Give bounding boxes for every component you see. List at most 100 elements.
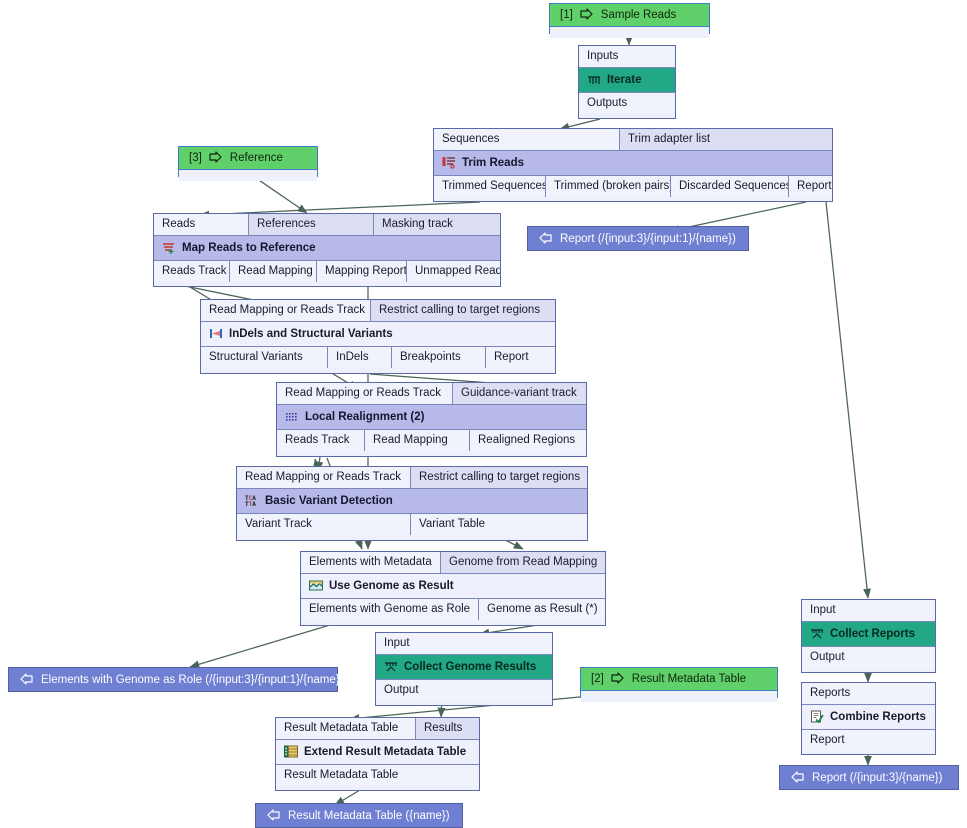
port-read-mapping[interactable]: Read Mapping bbox=[230, 261, 317, 282]
node-title: Local Realignment (2) bbox=[277, 405, 586, 429]
node-local-realignment[interactable]: Read Mapping or Reads Track Guidance-var… bbox=[276, 382, 587, 457]
output-node-label: Report (/{input:3}/{name}) bbox=[812, 771, 943, 784]
input-node-label: Reference bbox=[229, 152, 283, 164]
node-output-ports: Variant Track Variant Table bbox=[237, 513, 587, 535]
port-structural-variants[interactable]: Structural Variants bbox=[201, 347, 328, 368]
port-reads-track[interactable]: Reads Track bbox=[154, 261, 230, 282]
node-indels-structural-variants[interactable]: Read Mapping or Reads Track Restrict cal… bbox=[200, 299, 556, 374]
node-output-ports: Outputs bbox=[579, 92, 675, 114]
port-read-mapping[interactable]: Read Mapping bbox=[365, 430, 470, 451]
output-node-label: Report (/{input:3}/{input:1}/{name}) bbox=[560, 232, 736, 245]
port-outputs[interactable]: Outputs bbox=[579, 93, 675, 114]
port-indels[interactable]: InDels bbox=[328, 347, 392, 368]
node-extend-result-metadata-table[interactable]: Result Metadata Table Results Extend Res… bbox=[275, 717, 480, 791]
input-arrow-icon bbox=[580, 8, 594, 22]
port-genome-as-result[interactable]: Genome as Result (*) bbox=[479, 599, 605, 620]
port-mapping-report[interactable]: Mapping Report bbox=[317, 261, 407, 282]
node-collect-genome-results[interactable]: Input Collect Genome Results Output bbox=[375, 632, 553, 706]
output-node-report-2[interactable]: Report (/{input:3}/{name}) bbox=[779, 765, 959, 790]
node-collect-reports[interactable]: Input Collect Reports Output bbox=[801, 599, 936, 673]
trim-reads-icon bbox=[442, 156, 456, 170]
port-references[interactable]: References bbox=[249, 214, 374, 235]
port-elements-with-metadata[interactable]: Elements with Metadata bbox=[301, 552, 441, 573]
node-use-genome-as-result[interactable]: Elements with Metadata Genome from Read … bbox=[300, 551, 606, 626]
node-iterate[interactable]: Inputs Iterate Outputs bbox=[578, 45, 676, 119]
port-genome-from-read-mapping[interactable]: Genome from Read Mapping bbox=[441, 552, 605, 573]
port-realigned-regions[interactable]: Realigned Regions bbox=[470, 430, 586, 451]
port-reports[interactable]: Reports bbox=[802, 683, 935, 704]
node-input-ports: Sequences Trim adapter list bbox=[434, 129, 832, 151]
port-trimmed-sequences[interactable]: Trimmed Sequences bbox=[434, 176, 546, 197]
node-output-ports: Reads Track Read Mapping Mapping Report … bbox=[154, 260, 500, 282]
input-node-sample-reads[interactable]: [1] Sample Reads bbox=[549, 3, 710, 38]
node-combine-reports[interactable]: Reports Combine Reports Report bbox=[801, 682, 936, 755]
collect-icon bbox=[384, 660, 398, 674]
input-node-result-metadata-table[interactable]: [2] Result Metadata Table bbox=[580, 667, 778, 702]
port-breakpoints[interactable]: Breakpoints bbox=[392, 347, 486, 368]
node-title-label: Combine Reports bbox=[830, 711, 926, 723]
port-input[interactable]: Input bbox=[802, 600, 935, 621]
node-input-ports: Read Mapping or Reads Track Guidance-var… bbox=[277, 383, 586, 405]
input-node-stub bbox=[179, 170, 317, 181]
output-arrow-icon bbox=[538, 231, 552, 246]
port-guidance-variant-track[interactable]: Guidance-variant track bbox=[453, 383, 586, 404]
output-node-result-metadata-table[interactable]: Result Metadata Table ({name}) bbox=[255, 803, 463, 828]
port-read-mapping-or-reads-track[interactable]: Read Mapping or Reads Track bbox=[237, 467, 411, 488]
port-input[interactable]: Input bbox=[376, 633, 552, 654]
port-sequences[interactable]: Sequences bbox=[434, 129, 620, 150]
input-arrow-icon bbox=[611, 672, 625, 686]
map-reads-icon bbox=[162, 241, 176, 255]
port-results[interactable]: Results bbox=[416, 718, 479, 739]
node-basic-variant-detection[interactable]: Read Mapping or Reads Track Restrict cal… bbox=[236, 466, 588, 541]
port-restrict-calling[interactable]: Restrict calling to target regions bbox=[411, 467, 587, 488]
output-arrow-icon bbox=[19, 672, 33, 687]
port-inputs[interactable]: Inputs bbox=[579, 46, 675, 67]
output-arrow-icon bbox=[790, 770, 804, 785]
node-trim-reads[interactable]: Sequences Trim adapter list Trim Reads T… bbox=[433, 128, 833, 202]
port-read-mapping-or-reads-track[interactable]: Read Mapping or Reads Track bbox=[277, 383, 453, 404]
port-read-mapping-or-reads-track[interactable]: Read Mapping or Reads Track bbox=[201, 300, 371, 321]
port-variant-table[interactable]: Variant Table bbox=[411, 514, 587, 535]
port-report[interactable]: Report bbox=[789, 176, 832, 197]
input-node-label: Result Metadata Table bbox=[631, 673, 747, 685]
port-unmapped-reads[interactable]: Unmapped Reads bbox=[407, 261, 500, 282]
output-node-elements-with-genome-as-role[interactable]: Elements with Genome as Role (/{input:3}… bbox=[8, 667, 343, 692]
output-node-label: Result Metadata Table ({name}) bbox=[288, 809, 450, 822]
port-variant-track[interactable]: Variant Track bbox=[237, 514, 411, 535]
node-title-label: Trim Reads bbox=[462, 157, 524, 169]
port-masking-track[interactable]: Masking track bbox=[374, 214, 500, 235]
port-result-metadata-table[interactable]: Result Metadata Table bbox=[276, 718, 416, 739]
node-title-label: Iterate bbox=[607, 74, 642, 86]
input-node-reference[interactable]: [3] Reference bbox=[178, 146, 318, 181]
port-report[interactable]: Report bbox=[486, 347, 555, 368]
node-title: TCA TTA Basic Variant Detection bbox=[237, 489, 587, 513]
node-input-ports: Elements with Metadata Genome from Read … bbox=[301, 552, 605, 574]
realignment-icon bbox=[285, 410, 299, 424]
node-input-ports: Read Mapping or Reads Track Restrict cal… bbox=[201, 300, 555, 322]
node-title: Collect Reports bbox=[802, 622, 935, 646]
node-title: Trim Reads bbox=[434, 151, 832, 175]
port-discarded-sequences[interactable]: Discarded Sequences bbox=[671, 176, 789, 197]
node-map-reads-to-reference[interactable]: Reads References Masking track Map Reads… bbox=[153, 213, 501, 287]
node-output-ports: Report bbox=[802, 729, 935, 751]
port-reads[interactable]: Reads bbox=[154, 214, 249, 235]
node-index: [1] bbox=[560, 9, 573, 21]
node-output-ports: Reads Track Read Mapping Realigned Regio… bbox=[277, 429, 586, 451]
port-result-metadata-table-out[interactable]: Result Metadata Table bbox=[276, 765, 479, 786]
port-output[interactable]: Output bbox=[376, 680, 552, 701]
input-node-header: [3] Reference bbox=[179, 147, 317, 170]
port-trim-adapter-list[interactable]: Trim adapter list bbox=[620, 129, 832, 150]
port-reads-track[interactable]: Reads Track bbox=[277, 430, 365, 451]
port-output[interactable]: Output bbox=[802, 647, 935, 668]
port-report[interactable]: Report bbox=[802, 730, 935, 751]
iterate-icon bbox=[587, 73, 601, 87]
port-elements-with-genome-as-role[interactable]: Elements with Genome as Role bbox=[301, 599, 479, 620]
port-restrict-calling[interactable]: Restrict calling to target regions bbox=[371, 300, 555, 321]
output-node-report-1[interactable]: Report (/{input:3}/{input:1}/{name}) bbox=[527, 226, 749, 251]
port-trimmed-broken-pairs[interactable]: Trimmed (broken pairs) bbox=[546, 176, 671, 197]
node-output-ports: Structural Variants InDels Breakpoints R… bbox=[201, 346, 555, 368]
node-title: Extend Result Metadata Table bbox=[276, 740, 479, 764]
input-node-stub bbox=[581, 691, 777, 702]
node-title: Combine Reports bbox=[802, 705, 935, 729]
output-node-label: Elements with Genome as Role (/{input:3}… bbox=[41, 673, 344, 686]
